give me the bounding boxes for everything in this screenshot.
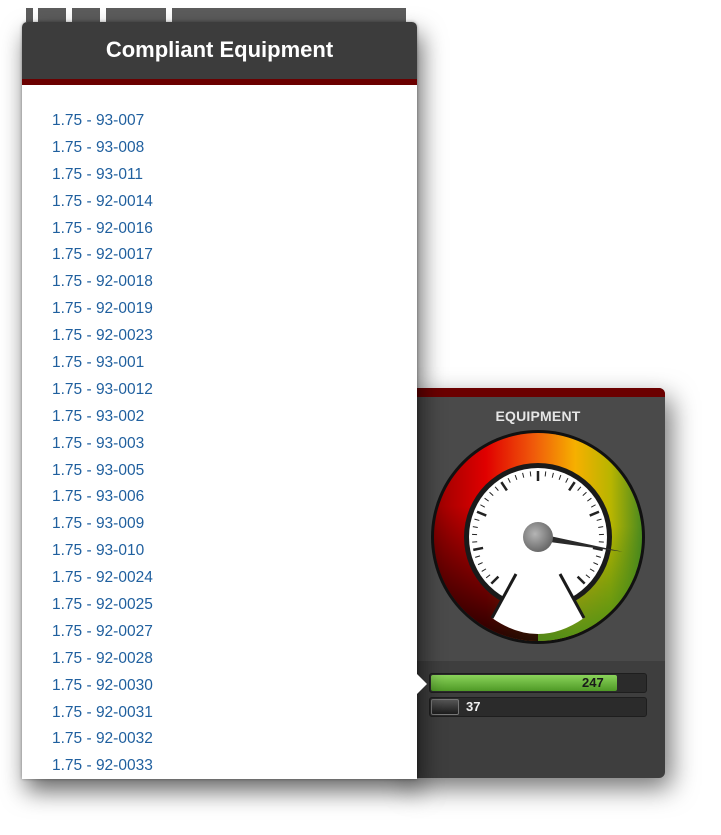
list-item: 1.75 - 92-0030 [22, 673, 417, 700]
list-item: 1.75 - 93-009 [22, 511, 417, 538]
gauge-title: EQUIPMENT [495, 408, 581, 424]
list-item: 1.75 - 92-0033 [22, 753, 417, 780]
gauge-hub [523, 522, 553, 552]
panel-accent-stripe [404, 388, 665, 397]
equipment-link[interactable]: 1.75 - 93-002 [52, 408, 144, 425]
popup-pointer [417, 674, 427, 694]
equipment-link[interactable]: 1.75 - 92-0025 [52, 596, 153, 613]
compliant-count-bar[interactable]: 247 [429, 673, 647, 693]
equipment-link[interactable]: 1.75 - 92-0023 [52, 327, 153, 344]
compliant-count-value: 247 [582, 675, 604, 690]
noncompliant-count-value: 37 [466, 699, 481, 714]
list-item: 1.75 - 93-005 [22, 458, 417, 485]
equipment-link[interactable]: 1.75 - 92-0033 [52, 757, 153, 774]
equipment-link[interactable]: 1.75 - 93-005 [52, 462, 144, 479]
equipment-link[interactable]: 1.75 - 92-0028 [52, 650, 153, 667]
list-item: 1.75 - 93-007 [22, 108, 417, 135]
equipment-link[interactable]: 1.75 - 93-001 [52, 354, 144, 371]
speedometer-gauge [431, 430, 645, 644]
list-item: 1.75 - 93-006 [22, 484, 417, 511]
equipment-link[interactable]: 1.75 - 92-0027 [52, 623, 153, 640]
list-item: 1.75 - 93-0012 [22, 377, 417, 404]
gauge-tick [529, 471, 532, 477]
list-item: 1.75 - 92-0016 [22, 216, 417, 243]
list-item: 1.75 - 92-0019 [22, 296, 417, 323]
list-item: 1.75 - 93-011 [22, 162, 417, 189]
equipment-list: 1.75 - 93-007 1.75 - 93-008 1.75 - 93-011 1… [22, 108, 417, 780]
equipment-link[interactable]: 1.75 - 92-0017 [52, 246, 153, 263]
equipment-link[interactable]: 1.75 - 92-0018 [52, 273, 153, 290]
list-item: 1.75 - 92-0025 [22, 592, 417, 619]
list-item: 1.75 - 92-0024 [22, 565, 417, 592]
equipment-link[interactable]: 1.75 - 93-007 [52, 112, 144, 129]
list-item: 1.75 - 93-010 [22, 538, 417, 565]
equipment-link[interactable]: 1.75 - 92-0032 [52, 730, 153, 747]
equipment-link[interactable]: 1.75 - 93-003 [52, 435, 144, 452]
equipment-link[interactable]: 1.75 - 92-0030 [52, 677, 153, 694]
equipment-link[interactable]: 1.75 - 92-0031 [52, 704, 153, 721]
equipment-gauge-panel: EQUIPMENT 247 37 [404, 388, 665, 778]
noncompliant-count-bar[interactable]: 37 [429, 697, 647, 717]
equipment-link[interactable]: 1.75 - 93-009 [52, 515, 144, 532]
equipment-link[interactable]: 1.75 - 93-006 [52, 488, 144, 505]
list-item: 1.75 - 92-0028 [22, 646, 417, 673]
list-item: 1.75 - 93-008 [22, 135, 417, 162]
list-item: 1.75 - 93-001 [22, 350, 417, 377]
list-item: 1.75 - 92-0027 [22, 619, 417, 646]
list-item: 1.75 - 92-0017 [22, 242, 417, 269]
gauge-tick [544, 471, 547, 477]
equipment-link[interactable]: 1.75 - 93-008 [52, 139, 144, 156]
equipment-link[interactable]: 1.75 - 92-0016 [52, 220, 153, 237]
equipment-link[interactable]: 1.75 - 92-0014 [52, 193, 153, 210]
list-item: 1.75 - 92-0018 [22, 269, 417, 296]
equipment-link[interactable]: 1.75 - 93-011 [52, 166, 143, 183]
equipment-link[interactable]: 1.75 - 92-0019 [52, 300, 153, 317]
equipment-link[interactable]: 1.75 - 93-0012 [52, 381, 153, 398]
equipment-link[interactable]: 1.75 - 92-0024 [52, 569, 153, 586]
popup-title: Compliant Equipment [105, 37, 334, 62]
list-item: 1.75 - 93-003 [22, 431, 417, 458]
list-item: 1.75 - 93-002 [22, 404, 417, 431]
list-item: 1.75 - 92-0031 [22, 700, 417, 727]
compliant-equipment-popup: Compliant Equipment 1.75 - 93-007 1.75 - … [22, 22, 417, 779]
list-item: 1.75 - 92-0014 [22, 189, 417, 216]
list-item: 1.75 - 92-0032 [22, 726, 417, 753]
list-item: 1.75 - 92-0023 [22, 323, 417, 350]
noncompliant-count-fill [431, 699, 459, 715]
equipment-link[interactable]: 1.75 - 93-010 [52, 542, 144, 559]
popup-header: Compliant Equipment [22, 22, 417, 85]
